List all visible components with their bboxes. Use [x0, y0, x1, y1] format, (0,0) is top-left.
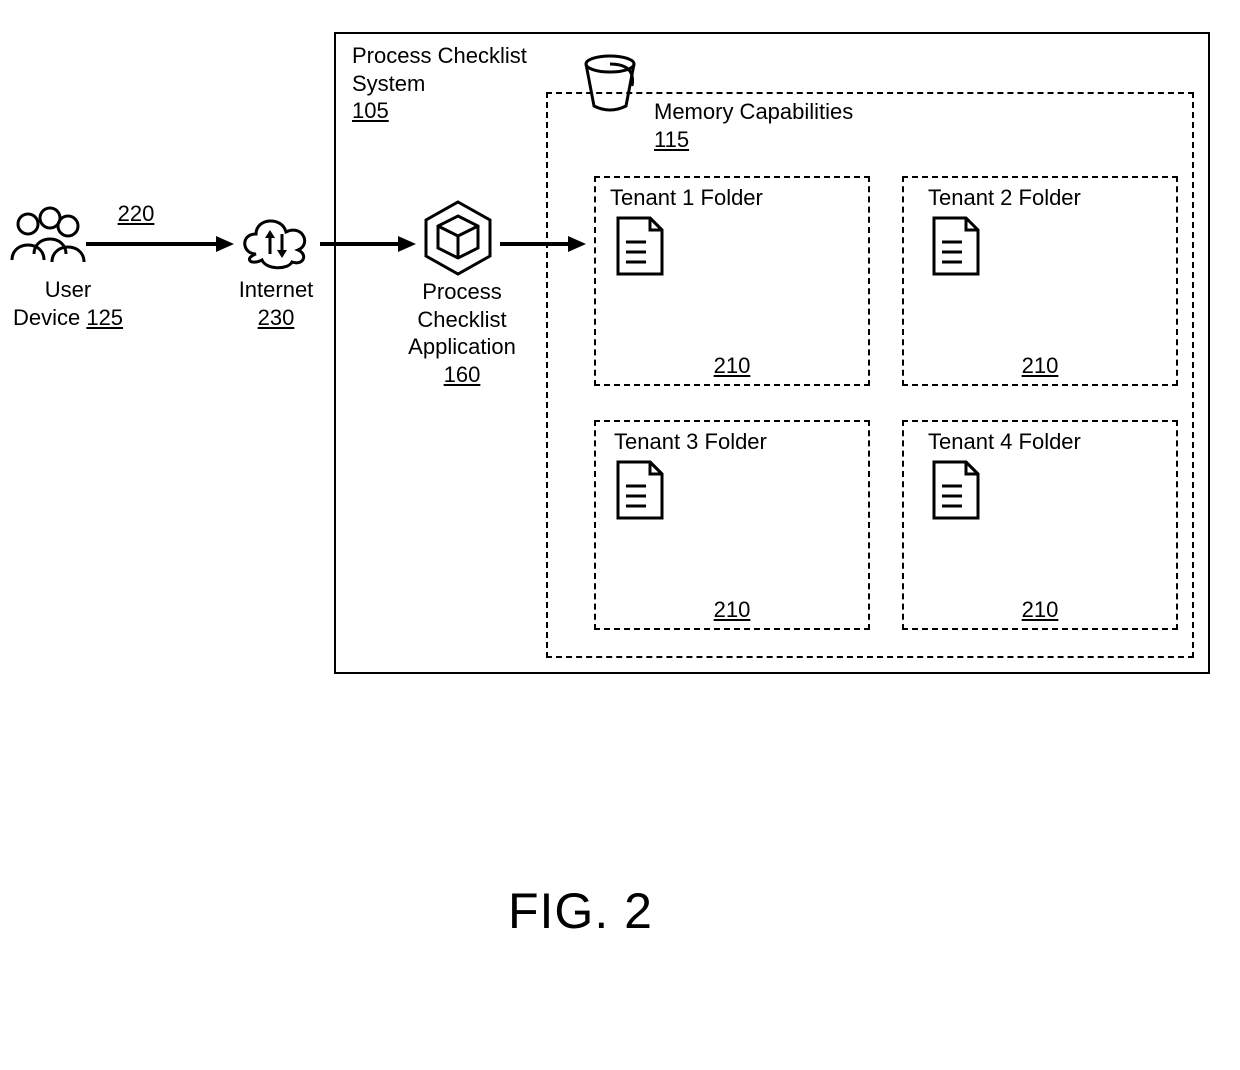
diagram-stage: Process Checklist System 105 User Device…	[0, 0, 1240, 1070]
system-title: Process Checklist System 105	[352, 42, 572, 125]
tenant2-title: Tenant 2 Folder	[928, 184, 1128, 212]
app-line1: Process	[398, 278, 526, 306]
app-ref: 160	[398, 361, 526, 389]
system-title-line2: System	[352, 70, 572, 98]
tenant1-ref: 210	[594, 352, 870, 380]
internet-label: Internet 230	[226, 276, 326, 331]
arrow-user-to-internet	[86, 234, 234, 254]
app-line3: Application	[398, 333, 526, 361]
document-icon	[614, 458, 666, 522]
tenant2-ref: 210	[902, 352, 1178, 380]
cloud-icon	[234, 210, 318, 270]
memory-text: Memory Capabilities	[654, 98, 914, 126]
system-ref: 105	[352, 97, 572, 125]
tenant3-title: Tenant 3 Folder	[614, 428, 814, 456]
user-device-ref: 125	[86, 305, 123, 330]
arrow-internet-to-app	[320, 234, 416, 254]
users-icon	[6, 206, 90, 270]
tenant4-ref: 210	[902, 596, 1178, 624]
document-icon	[614, 214, 666, 278]
system-title-line1: Process Checklist	[352, 42, 572, 70]
arrow-ref-220: 220	[106, 200, 166, 228]
user-device-label: User Device 125	[0, 276, 138, 331]
internet-text: Internet	[226, 276, 326, 304]
document-icon	[930, 458, 982, 522]
tenant1-title: Tenant 1 Folder	[610, 184, 810, 212]
document-icon	[930, 214, 982, 278]
user-device-line1: User	[0, 276, 138, 304]
app-label: Process Checklist Application 160	[398, 278, 526, 388]
user-device-line2: Device 125	[0, 304, 138, 332]
tenant3-ref: 210	[594, 596, 870, 624]
app-line2: Checklist	[398, 306, 526, 334]
cube-icon	[418, 198, 498, 278]
memory-ref: 115	[654, 126, 914, 154]
tenant4-title: Tenant 4 Folder	[928, 428, 1128, 456]
memory-label: Memory Capabilities 115	[654, 98, 914, 153]
figure-caption: FIG. 2	[508, 882, 653, 940]
internet-ref: 230	[226, 304, 326, 332]
